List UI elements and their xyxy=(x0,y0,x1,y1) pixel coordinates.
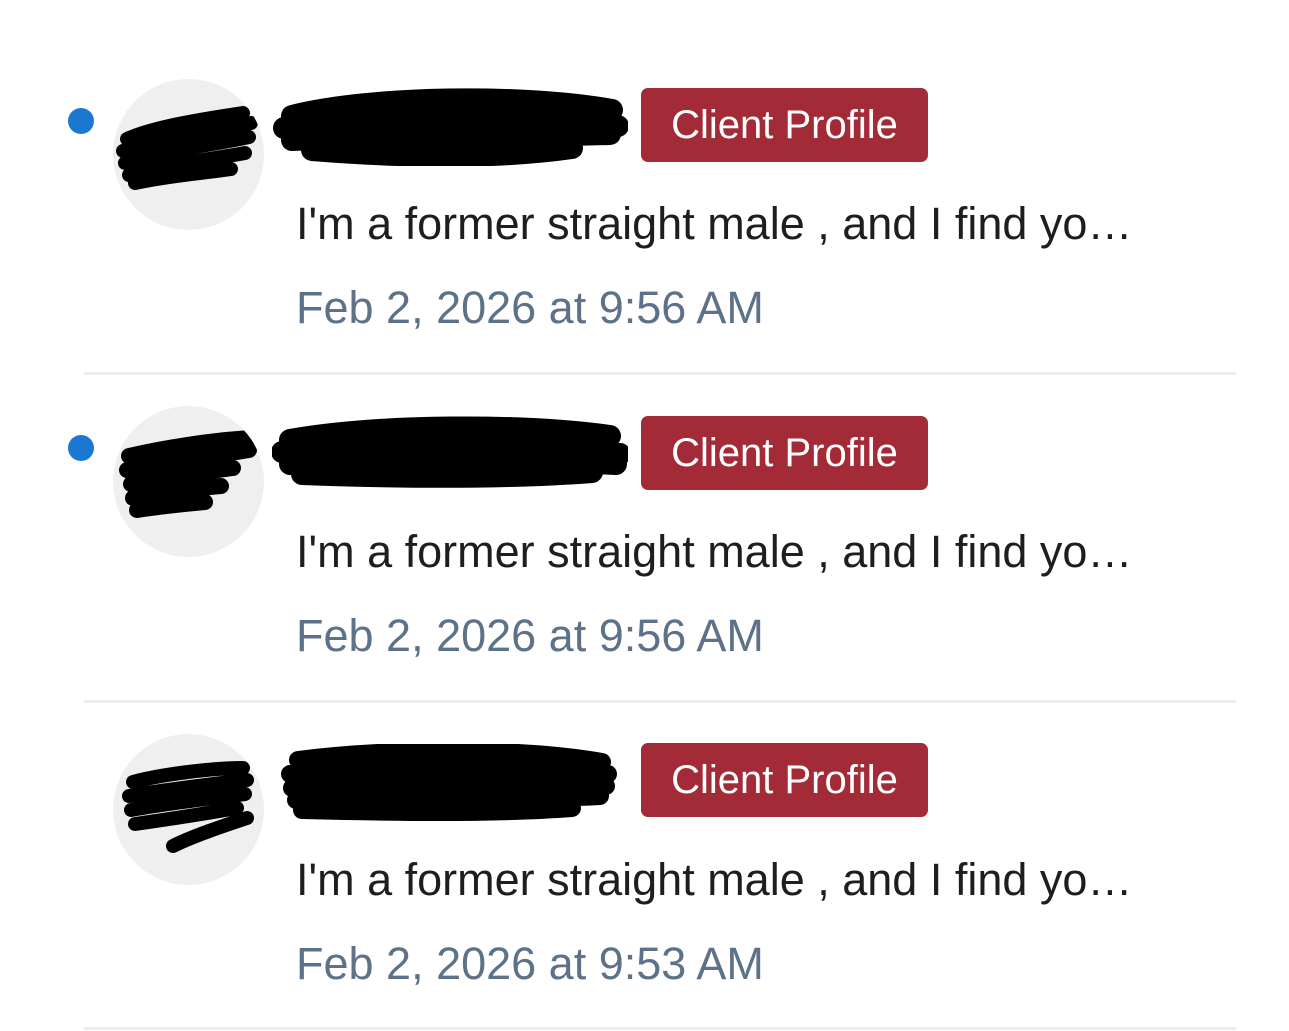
redacted-name xyxy=(272,414,628,492)
avatar[interactable] xyxy=(113,734,264,885)
redaction-scribble-icon xyxy=(119,430,261,518)
avatar[interactable] xyxy=(113,79,264,230)
unread-indicator-dot xyxy=(68,435,94,461)
redaction-scribble-icon xyxy=(273,88,628,166)
unread-indicator-dot xyxy=(68,108,94,134)
message-preview: I'm a former straight male , and I find … xyxy=(296,854,1133,905)
client-profile-button[interactable]: Client Profile xyxy=(641,743,928,817)
message-item[interactable]: Client Profile I'm a former straight mal… xyxy=(0,0,1289,333)
divider xyxy=(84,1027,1236,1030)
redaction-scribble-icon xyxy=(281,744,617,821)
client-profile-button[interactable]: Client Profile xyxy=(641,88,928,162)
message-timestamp: Feb 2, 2026 at 9:53 AM xyxy=(296,938,764,989)
redaction-scribble-icon xyxy=(122,761,254,853)
redaction-scribble-icon xyxy=(116,106,258,190)
message-list: Client Profile I'm a former straight mal… xyxy=(0,0,1289,1031)
message-item[interactable]: Client Profile I'm a former straight mal… xyxy=(0,328,1289,661)
redaction-scribble-icon xyxy=(272,416,628,488)
redacted-name xyxy=(272,88,628,166)
avatar[interactable] xyxy=(113,406,264,557)
message-preview: I'm a former straight male , and I find … xyxy=(296,526,1133,577)
message-item[interactable]: Client Profile I'm a former straight mal… xyxy=(0,656,1289,989)
message-preview: I'm a former straight male , and I find … xyxy=(296,198,1133,249)
redacted-name xyxy=(272,744,628,822)
client-profile-button[interactable]: Client Profile xyxy=(641,416,928,490)
